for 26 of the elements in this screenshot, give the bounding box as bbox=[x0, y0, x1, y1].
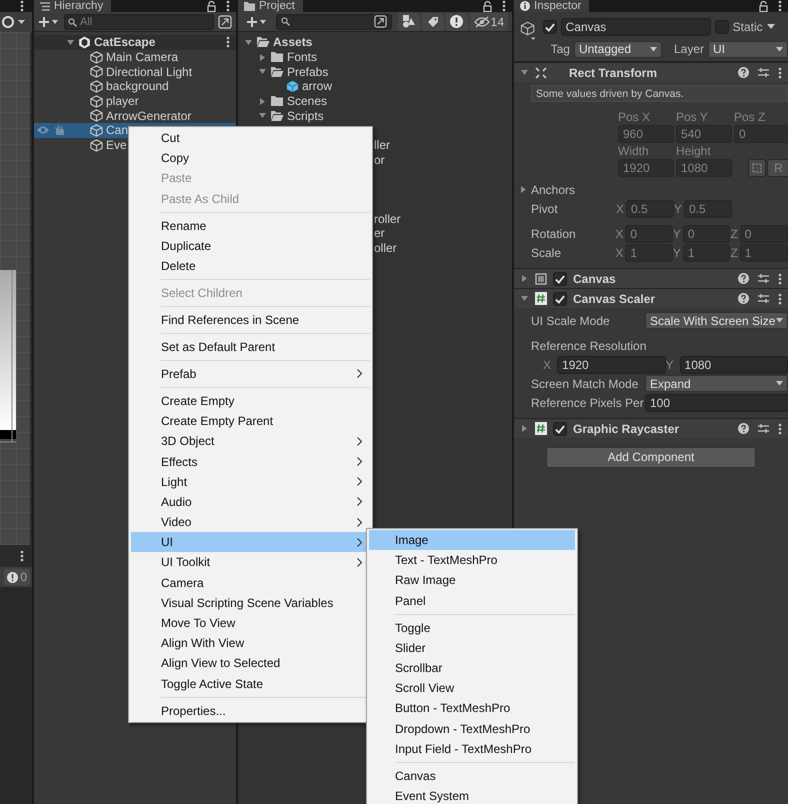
axis-label: Y bbox=[674, 202, 682, 216]
axis-label: Z bbox=[730, 246, 738, 260]
axis-label: Y bbox=[666, 358, 674, 372]
axis-label: X bbox=[615, 246, 624, 260]
tag-label: Tag bbox=[550, 42, 570, 56]
property-label: Pivot bbox=[531, 202, 559, 216]
property-label: Rotation bbox=[531, 226, 577, 240]
axis-label: X bbox=[616, 202, 624, 216]
field-label: Height bbox=[676, 143, 712, 159]
axis-label: Y bbox=[672, 226, 681, 240]
property-label: Reference Resolution bbox=[531, 338, 645, 352]
info-note: Some values driven by Canvas. bbox=[531, 85, 788, 102]
property-label: Screen Match Mode bbox=[531, 376, 640, 390]
field-label: Pos X bbox=[618, 109, 652, 125]
field-label: Pos Z bbox=[734, 109, 766, 125]
axis-label: Y bbox=[672, 246, 681, 260]
field-label: Pos Y bbox=[676, 109, 709, 125]
axis-label: X bbox=[543, 358, 552, 372]
layer-label: Layer bbox=[674, 42, 704, 56]
property-label: Reference Pixels Per bbox=[531, 396, 645, 410]
property-label: Scale bbox=[531, 246, 562, 260]
axis-label: X bbox=[615, 226, 624, 240]
property-label: UI Scale Mode bbox=[531, 314, 611, 328]
axis-label: Z bbox=[730, 226, 738, 240]
static-label: Static bbox=[732, 20, 763, 34]
field-label: Width bbox=[618, 143, 650, 159]
